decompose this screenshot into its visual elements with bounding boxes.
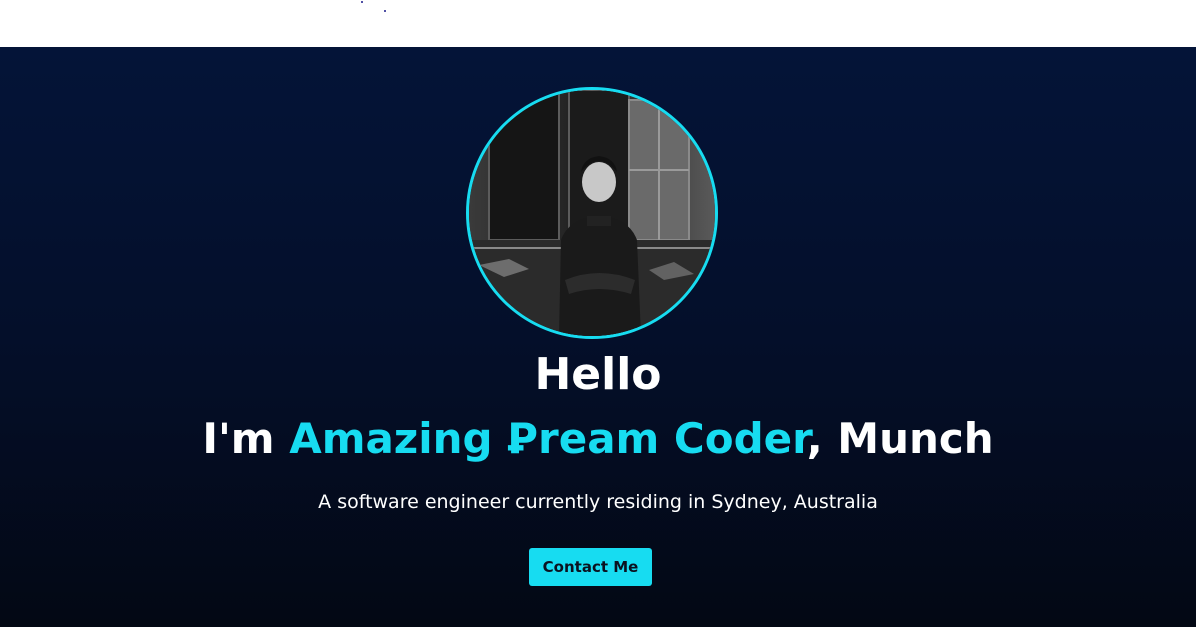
avatar-photo: [469, 90, 715, 336]
nav-dot: [361, 1, 363, 3]
intro-prefix: I'm: [202, 414, 290, 463]
intro-highlight: Amazing Ꝑream Coder: [289, 414, 807, 463]
hero-subtitle: A software engineer currently residing i…: [318, 491, 878, 513]
intro-heading: I'm Amazing Ꝑream Coder, Munch: [0, 411, 1196, 467]
intro-suffix: , Munch: [806, 414, 994, 463]
contact-me-button[interactable]: Contact Me: [529, 548, 652, 586]
greeting-heading: Hello: [534, 349, 662, 400]
avatar: [466, 87, 718, 339]
nav-dot: [384, 10, 386, 12]
hero-section: Hello I'm Amazing Ꝑream Coder, Munch A s…: [0, 47, 1196, 627]
top-navbar: [0, 0, 1196, 47]
